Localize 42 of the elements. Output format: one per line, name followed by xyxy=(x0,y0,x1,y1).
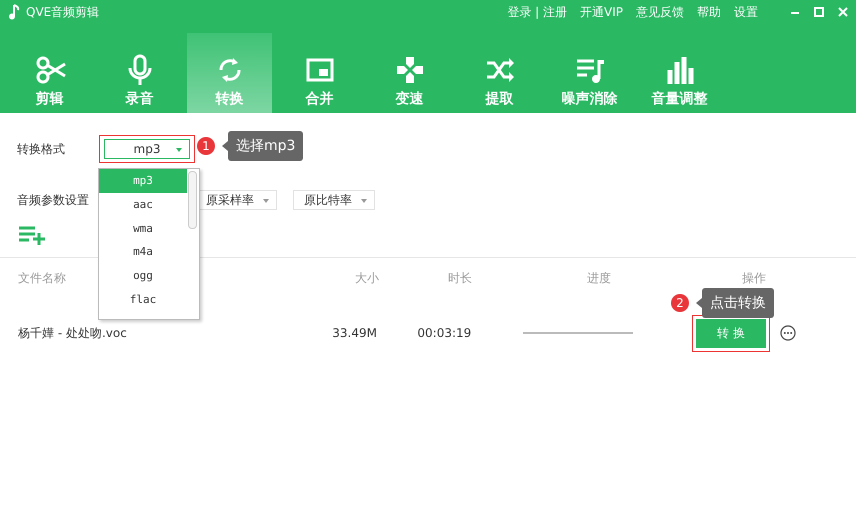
table-cell-text: 00:03:19 xyxy=(416,326,472,340)
top-link[interactable]: 意见反馈 xyxy=(636,4,684,20)
dropdown-option[interactable]: mp3 xyxy=(99,169,187,193)
more-icon[interactable] xyxy=(780,325,796,341)
toolbar-tab[interactable]: 转换 xyxy=(187,33,272,113)
table-cell-text: 33.49M xyxy=(331,326,378,340)
toolbar-tab[interactable]: 音量调整 xyxy=(637,33,722,113)
toolbar-tab[interactable]: 剪辑 xyxy=(7,33,92,113)
field-label: 音频参数设置 xyxy=(17,192,89,208)
close-icon[interactable] xyxy=(838,7,848,17)
toolbar-tab[interactable]: 噪声消除 xyxy=(547,33,632,113)
dropdown-option[interactable]: m4a xyxy=(99,240,187,264)
column-header: 时长 xyxy=(448,270,472,284)
scrollbar[interactable] xyxy=(188,171,197,229)
top-link[interactable]: 开通VIP xyxy=(580,4,623,20)
top-link[interactable]: 设置 xyxy=(734,4,758,20)
add-list-icon[interactable] xyxy=(18,225,48,245)
step-badge: 2 xyxy=(671,294,689,312)
column-header: 大小 xyxy=(355,270,379,284)
step-badge: 1 xyxy=(197,137,215,155)
dropdown-option[interactable]: flac xyxy=(99,287,187,312)
dropdown-option[interactable]: aac xyxy=(99,192,187,216)
dropdown-option[interactable]: wma xyxy=(99,216,187,240)
column-header: 操作 xyxy=(742,270,766,286)
select-field[interactable]: 原比特率 xyxy=(293,190,375,210)
music-note-icon xyxy=(8,4,20,20)
column-header: 文件名称 xyxy=(18,270,66,284)
format-select[interactable]: mp3 xyxy=(104,139,190,159)
toolbar-tab[interactable]: 录音 xyxy=(97,33,182,113)
top-link[interactable]: 登录 | 注册 xyxy=(507,4,568,20)
toolbar-tab[interactable]: 提取 xyxy=(457,33,542,113)
toolbar-tab[interactable]: 变速 xyxy=(367,33,452,113)
field-label: 转换格式 xyxy=(17,140,66,158)
dropdown-option[interactable]: ogg xyxy=(99,264,187,288)
column-header: 进度 xyxy=(587,270,611,286)
toolbar-tab[interactable]: 合并 xyxy=(277,33,362,113)
maximize-icon[interactable] xyxy=(814,7,824,17)
window-title: QVE音频剪辑 xyxy=(26,4,100,20)
scissors-icon xyxy=(34,54,66,86)
top-link[interactable]: 帮助 xyxy=(697,4,721,20)
table-cell-text: 杨千嬅 - 处处吻.voc xyxy=(18,324,128,342)
convert-button[interactable]: 转 换 xyxy=(696,318,766,348)
